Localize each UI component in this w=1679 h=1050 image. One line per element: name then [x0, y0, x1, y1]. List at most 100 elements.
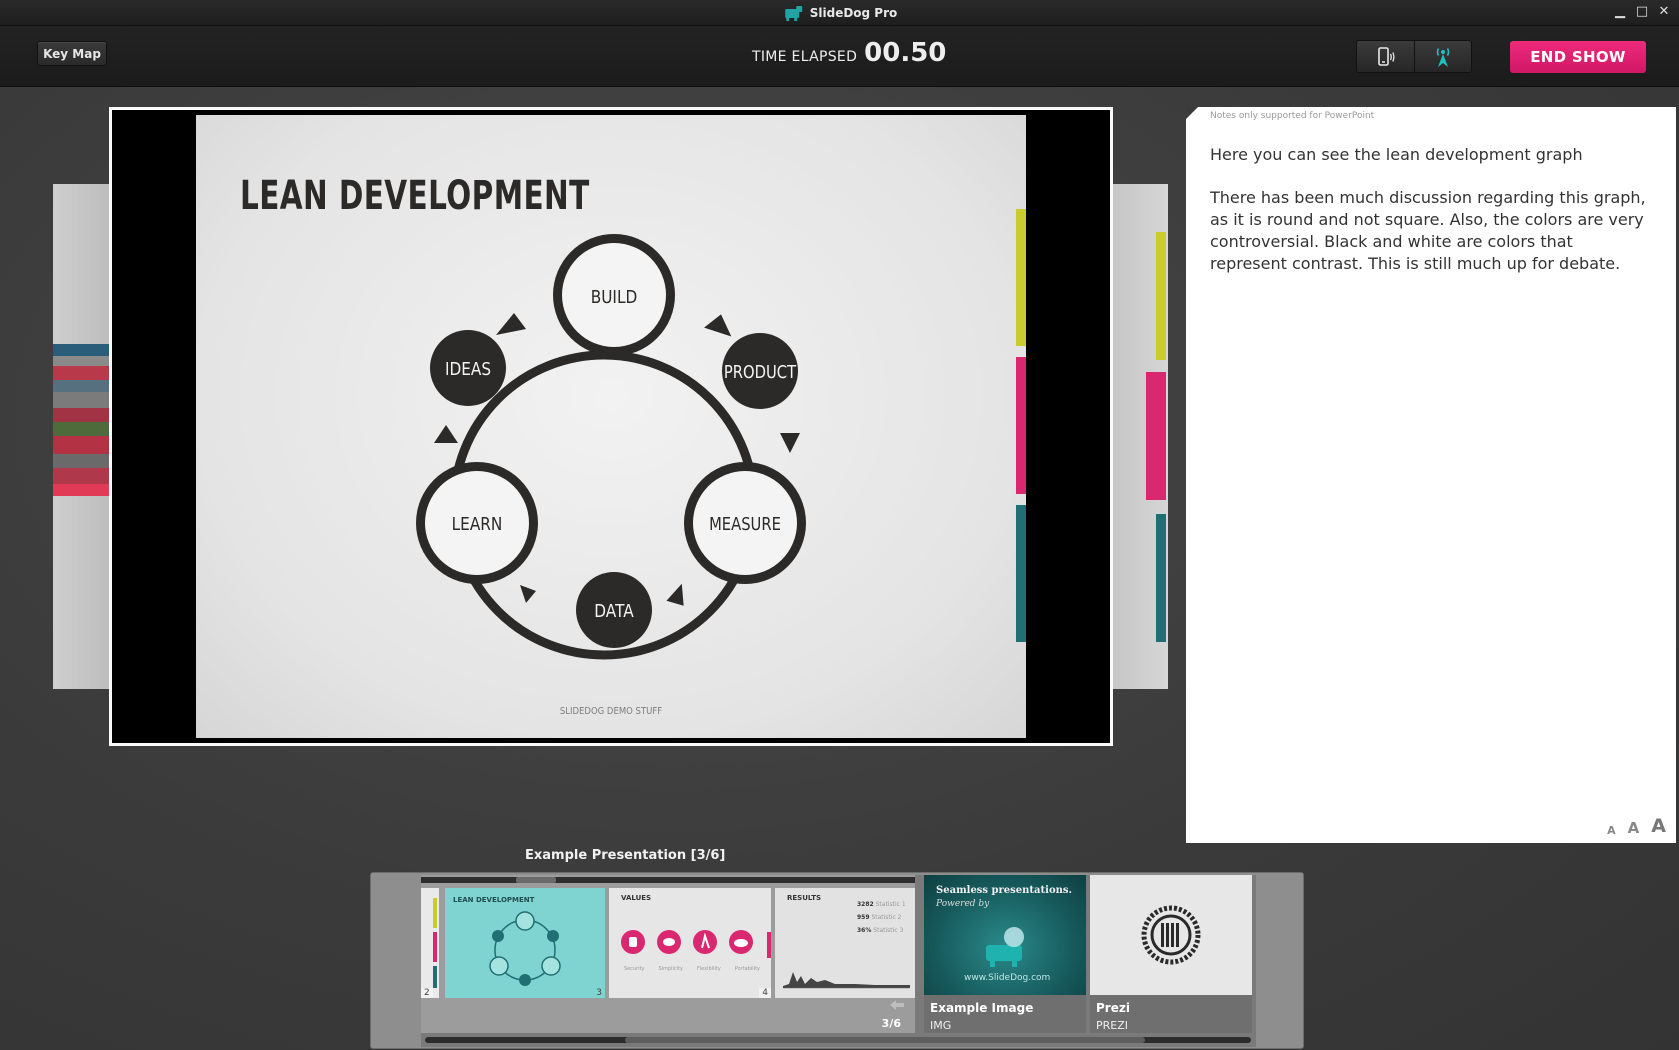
playlist-scrollbar-thumb[interactable] — [625, 1037, 1145, 1043]
slidedog-mascot-icon — [976, 923, 1036, 973]
broadcast-button[interactable] — [1414, 41, 1472, 72]
thumb-tab-teal — [433, 966, 437, 988]
slide-thumbnail-3-current[interactable]: LEAN DEVELOPMENT 3 — [445, 888, 605, 998]
font-size-small-button[interactable]: A — [1607, 824, 1616, 837]
slide-number: 4 — [759, 988, 771, 998]
thumb-title: VALUES — [621, 894, 651, 902]
slide-thumbnail-2[interactable]: 2 — [421, 888, 439, 998]
thumb-tab-pink — [767, 932, 771, 958]
playlist-item-type: PREZI — [1096, 1019, 1128, 1032]
preview-powered-by: Powered by — [936, 899, 989, 909]
previous-slide-preview[interactable] — [53, 184, 109, 689]
node-learn-label: LEARN — [452, 513, 503, 535]
thumb-value-label: Portability — [735, 966, 760, 972]
close-button[interactable]: ✕ — [1657, 4, 1671, 20]
next-slide-preview[interactable] — [1112, 184, 1168, 689]
preview-tab-teal — [1156, 514, 1166, 642]
preview-streak — [53, 356, 109, 366]
notes-line-1: Here you can see the lean development gr… — [1210, 144, 1650, 166]
thumb-value-label: Simplicity — [659, 966, 683, 972]
playlist-strip: 2 LEAN DEVELOPMENT 3 VALUES — [370, 872, 1304, 1049]
node-data: DATA — [576, 572, 652, 648]
notes-support-text: Notes only supported for PowerPoint — [1210, 111, 1374, 121]
preview-headline: Seamless presentations. — [936, 885, 1072, 896]
minimize-button[interactable]: ▁ — [1613, 4, 1627, 20]
window-title: SlideDog Pro — [782, 4, 898, 22]
thumb-value-label: Security — [624, 966, 645, 972]
time-elapsed-label: TIME ELAPSED — [752, 49, 857, 65]
notes-font-size-controls: A A A — [1607, 815, 1666, 837]
playlist-item-name: Example Image — [930, 1001, 1033, 1015]
title-bar: SlideDog Pro ▁ □ ✕ — [0, 0, 1679, 26]
presentation-slides-group: 2 LEAN DEVELOPMENT 3 VALUES — [421, 875, 915, 1033]
preview-streak — [53, 392, 109, 408]
key-map-button[interactable]: Key Map — [37, 41, 107, 66]
preview-streak — [53, 380, 109, 392]
back-arrow-icon[interactable] — [889, 998, 905, 1012]
font-size-medium-button[interactable]: A — [1628, 819, 1640, 837]
arrow-icon — [434, 425, 458, 443]
slidedog-logo-icon — [782, 4, 804, 22]
preview-tab-pink — [1146, 372, 1166, 500]
notes-corner-fold — [1186, 107, 1198, 119]
remote-control-group — [1356, 40, 1472, 73]
node-ideas: IDEAS — [430, 330, 506, 406]
speaker-notes-panel[interactable]: Notes only supported for PowerPoint Here… — [1186, 107, 1676, 843]
notes-line-2: There has been much discussion regarding… — [1210, 187, 1650, 275]
playlist-item-prezi[interactable]: Prezi PREZI — [1090, 875, 1252, 1033]
node-measure: MEASURE — [684, 462, 806, 584]
broadcast-icon — [1431, 45, 1455, 69]
node-measure-label: MEASURE — [709, 514, 781, 535]
phone-remote-icon — [1374, 46, 1396, 68]
slide-thumbnail-5[interactable]: RESULTS 3282 Statistic 1 959 Statistic 2… — [775, 888, 915, 998]
current-presentation-title: Example Presentation [3/6] — [525, 848, 725, 863]
prezi-logo-icon — [1141, 905, 1201, 965]
preview-streak — [53, 468, 109, 484]
node-product-label: PRODUCT — [724, 362, 797, 383]
maximize-button[interactable]: □ — [1635, 4, 1649, 20]
node-build: BUILD — [553, 234, 675, 356]
slide-footer: SLIDEDOG DEMO STUFF — [258, 706, 964, 717]
preview-streak — [53, 422, 109, 436]
font-size-large-button[interactable]: A — [1651, 815, 1666, 837]
slides-scrollbar[interactable] — [421, 877, 915, 883]
thumb-stat-value: 959 — [857, 914, 870, 921]
playlist-item-name: Prezi — [1096, 1001, 1130, 1015]
slides-scrollbar-thumb[interactable] — [516, 877, 556, 883]
playlist-item-type: IMG — [930, 1019, 951, 1032]
thumb-results-chart — [775, 946, 915, 996]
playlist-scrollbar[interactable] — [425, 1037, 1251, 1043]
window-title-text: SlideDog Pro — [810, 6, 898, 20]
current-slide-frame: LEAN DEVELOPMENT BUILD — [109, 107, 1113, 746]
thumb-stat-label: Statistic 3 — [873, 927, 903, 934]
arrow-icon — [520, 585, 536, 603]
preview-streak — [53, 344, 109, 356]
preview-streak — [53, 408, 109, 422]
current-slide[interactable]: LEAN DEVELOPMENT BUILD — [196, 115, 1026, 738]
preview-streak — [53, 436, 109, 454]
slidedog-presenter-window: SlideDog Pro ▁ □ ✕ Key Map TIME ELAPSED … — [0, 0, 1679, 1050]
example-image-preview: Seamless presentations. Powered by www.S… — [924, 875, 1086, 995]
playlist-item-example-image[interactable]: Seamless presentations. Powered by www.S… — [924, 875, 1086, 1033]
thumb-value-label: Flexibility — [697, 966, 721, 972]
presenter-toolbar: Key Map TIME ELAPSED 00.50 — [0, 26, 1679, 87]
thumb-stats: 3282 Statistic 1 959 Statistic 2 36% Sta… — [857, 898, 906, 937]
time-elapsed: TIME ELAPSED 00.50 — [752, 38, 946, 68]
node-learn: LEARN — [416, 462, 538, 584]
thumb-stat-value: 3282 — [857, 901, 874, 908]
thumb-stat: 36% Statistic 3 — [857, 924, 906, 937]
end-show-button[interactable]: END SHOW — [1510, 41, 1646, 73]
thumb-value-labels: Security Simplicity Flexibility Portabil… — [617, 966, 767, 972]
preview-streak — [53, 484, 109, 496]
thumb-title: RESULTS — [787, 894, 821, 902]
prezi-preview — [1090, 875, 1252, 995]
slide-thumbnail-4[interactable]: VALUES Security Simplicity Flexibility — [609, 888, 771, 998]
lean-cycle-diagram: BUILD PRODUCT MEASURE DATA — [196, 115, 1026, 738]
thumb-values-icons — [617, 926, 767, 966]
arrow-icon — [704, 310, 738, 341]
node-build-label: BUILD — [591, 286, 637, 308]
arrow-icon — [664, 584, 686, 609]
phone-remote-button[interactable] — [1357, 41, 1414, 72]
preview-url: www.SlideDog.com — [964, 973, 1050, 983]
slide-number: 3 — [593, 988, 605, 998]
